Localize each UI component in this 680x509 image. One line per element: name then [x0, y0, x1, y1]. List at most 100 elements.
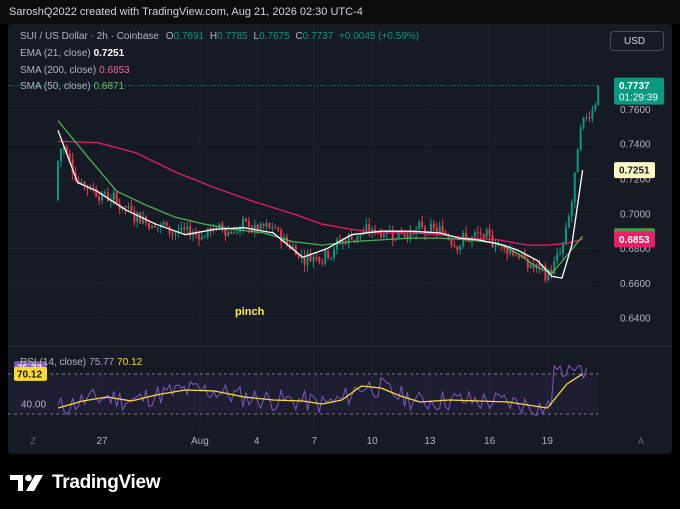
legend-sma50-label: SMA (50, close) — [20, 81, 91, 92]
candle-body — [429, 223, 432, 233]
last-price-tag: 0.7737 — [619, 81, 650, 92]
candle-body — [153, 225, 156, 228]
legend-open-label: O — [165, 31, 174, 42]
chart-header: SaroshQ2022 created with TradingView.com… — [0, 0, 680, 24]
legend-low-value: 0.7675 — [259, 31, 290, 42]
candle-body — [559, 253, 562, 255]
candle-body — [482, 234, 485, 238]
ema-price-tag: 0.7251 — [619, 166, 650, 177]
candle-body — [318, 257, 321, 263]
candle-body — [585, 117, 588, 119]
legend-close-label: C — [295, 31, 303, 42]
candle-body — [265, 223, 268, 227]
rsi-legend-label: RSI (14, close) — [20, 357, 87, 368]
rsi-ma-legend-value: 70.12 — [117, 357, 143, 368]
tradingview-logo-text: TradingView — [52, 472, 161, 493]
candle-body — [197, 233, 200, 240]
legend-high-value: 0.7785 — [217, 31, 248, 42]
candle-body — [156, 227, 159, 229]
candle-body — [335, 239, 338, 250]
candle-body — [406, 235, 409, 238]
candle-body — [227, 231, 230, 236]
legend-ema-value: 0.7251 — [93, 48, 125, 59]
candle-body — [573, 172, 576, 203]
candle-body — [330, 257, 333, 259]
candle-body — [174, 232, 177, 234]
time-axis-left-button[interactable]: Z — [30, 436, 36, 446]
tradingview-logo-icon — [10, 474, 43, 491]
candle-body — [268, 223, 271, 229]
rsi-pane: 75.7770.1240.00 — [8, 361, 598, 417]
candle-body — [421, 221, 424, 228]
candle-body — [424, 227, 427, 234]
candle-body — [103, 192, 106, 194]
rsi-ma-value-tag: 70.12 — [17, 369, 42, 380]
price-tick-label: 0.6400 — [620, 314, 651, 325]
candle-body — [485, 229, 488, 238]
candle-body — [515, 255, 518, 257]
candle-body — [435, 228, 438, 233]
tradingview-logo[interactable]: TradingView — [10, 472, 161, 494]
candle-body — [230, 231, 233, 234]
candle-body — [165, 221, 168, 227]
time-tick-label: 10 — [367, 436, 379, 447]
candle-body — [136, 212, 139, 222]
candle-body — [374, 228, 377, 232]
candle-body — [274, 227, 277, 229]
candle-body — [162, 221, 165, 225]
time-axis-right-button[interactable]: A — [638, 436, 644, 446]
candle-body — [488, 229, 491, 236]
candle-body — [315, 256, 318, 258]
candle-body — [194, 233, 197, 235]
candle-body — [244, 218, 247, 222]
legend-open-value: 0.7691 — [173, 31, 205, 42]
rsi-legend[interactable]: RSI (14, close) 75.77 70.12 — [20, 357, 142, 368]
candle-body — [148, 223, 151, 229]
candle-body — [186, 226, 189, 230]
legend-ema-row[interactable]: EMA (21, close) 0.7251 — [20, 48, 124, 59]
time-tick-label: 16 — [484, 436, 496, 447]
legend-symbol[interactable]: SUI / US Dollar · 2h · Coinbase — [20, 31, 159, 42]
candle-body — [506, 248, 509, 254]
legend-sma200-row[interactable]: SMA (200, close) 0.6853 — [20, 65, 130, 76]
candle-body — [409, 231, 412, 238]
candle-body — [456, 246, 459, 251]
legend-sma50-row[interactable]: SMA (50, close) 0.6871 — [20, 81, 124, 92]
candle-body — [256, 224, 259, 230]
candle-body — [479, 232, 482, 235]
candle-body — [597, 85, 600, 105]
candle-body — [124, 206, 127, 208]
candle-body — [567, 216, 570, 228]
sma200-line — [57, 140, 583, 246]
candle-body — [529, 264, 532, 268]
candle-body — [200, 236, 203, 240]
price-tick-label: 0.6600 — [620, 279, 651, 290]
candle-body — [356, 236, 359, 241]
candle-body — [570, 202, 573, 217]
legend-ohlc-row: SUI / US Dollar · 2h · Coinbase O0.7691 … — [20, 31, 419, 42]
currency-button[interactable]: USD — [610, 31, 664, 51]
candle-body — [450, 239, 453, 245]
time-tick-label: 13 — [424, 436, 436, 447]
candle-body — [127, 206, 130, 208]
legend-change: +0.0045 (+0.59%) — [339, 31, 420, 42]
candle-body — [180, 227, 183, 231]
candle-body — [324, 250, 327, 264]
candle-body — [438, 226, 441, 233]
candle-body — [171, 233, 174, 235]
candle-body — [453, 244, 456, 247]
candle-body — [459, 245, 462, 251]
candle-body — [517, 255, 520, 258]
candle-body — [130, 206, 133, 212]
candle-body — [576, 149, 579, 173]
candle-body — [57, 161, 59, 200]
candle-body — [312, 256, 315, 262]
price-tick-label: 0.7400 — [620, 140, 651, 151]
candle-body — [579, 127, 582, 150]
candle-body — [494, 245, 497, 248]
candle-body — [277, 228, 280, 231]
sma200-price-tag: 0.6853 — [619, 235, 650, 246]
candle-body — [98, 196, 101, 201]
candle-body — [588, 117, 591, 119]
candle-body — [106, 192, 109, 201]
